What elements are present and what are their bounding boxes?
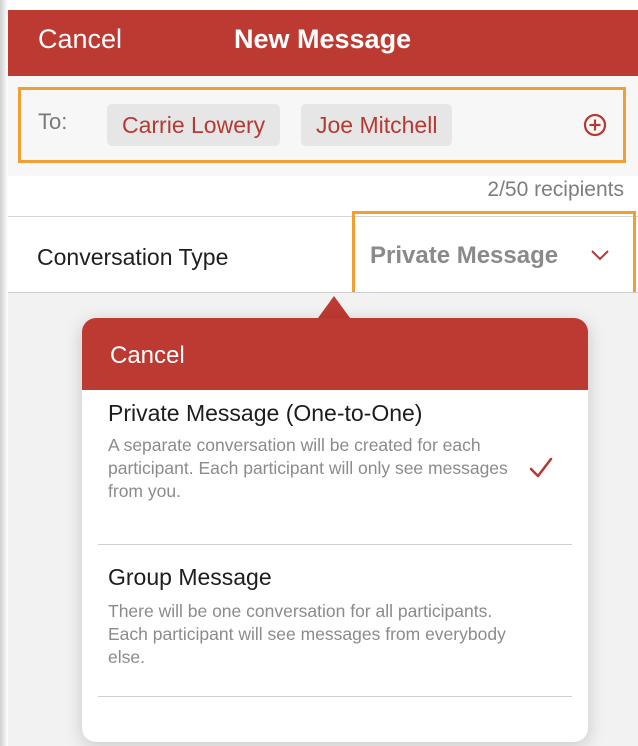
nav-bar: Cancel New Message [8,10,638,76]
conversation-type-select[interactable]: Private Message [370,242,558,270]
option-description: A separate conversation will be created … [108,435,508,501]
conversation-type-popover: Cancel Private Message (One-to-One) A se… [82,318,588,742]
option-title: Private Message (One-to-One) [108,400,423,426]
recipient-count: 2/50 recipients [487,178,624,201]
popover-cancel-button[interactable]: Cancel [110,342,185,370]
conversation-type-label: Conversation Type [37,244,229,270]
page-title: New Message [234,24,412,54]
popover-arrow [318,296,350,318]
to-label: To: [38,109,68,134]
recipient-chip-joe-mitchell[interactable]: Joe Mitchell [301,104,453,146]
popover-header: Cancel [82,318,588,390]
chevron-down-icon[interactable] [590,248,610,262]
option-title: Group Message [108,564,272,590]
divider [8,216,638,217]
divider [98,696,572,697]
checkmark-icon [529,457,553,478]
to-field-row[interactable]: To: Carrie Lowery Joe Mitchell [8,76,638,176]
recipient-chip-carrie-lowery[interactable]: Carrie Lowery [107,104,281,146]
plus-circle-icon[interactable] [583,113,607,137]
new-message-screen: Cancel New Message To: Carrie Lowery Joe… [0,0,638,746]
option-group-message[interactable]: Group Message There will be one conversa… [82,544,588,694]
option-private-message[interactable]: Private Message (One-to-One) A separate … [82,390,588,544]
screen-edge-shadow [0,0,8,746]
option-description: There will be one conversation for all p… [108,601,506,667]
cancel-button[interactable]: Cancel [38,24,122,55]
